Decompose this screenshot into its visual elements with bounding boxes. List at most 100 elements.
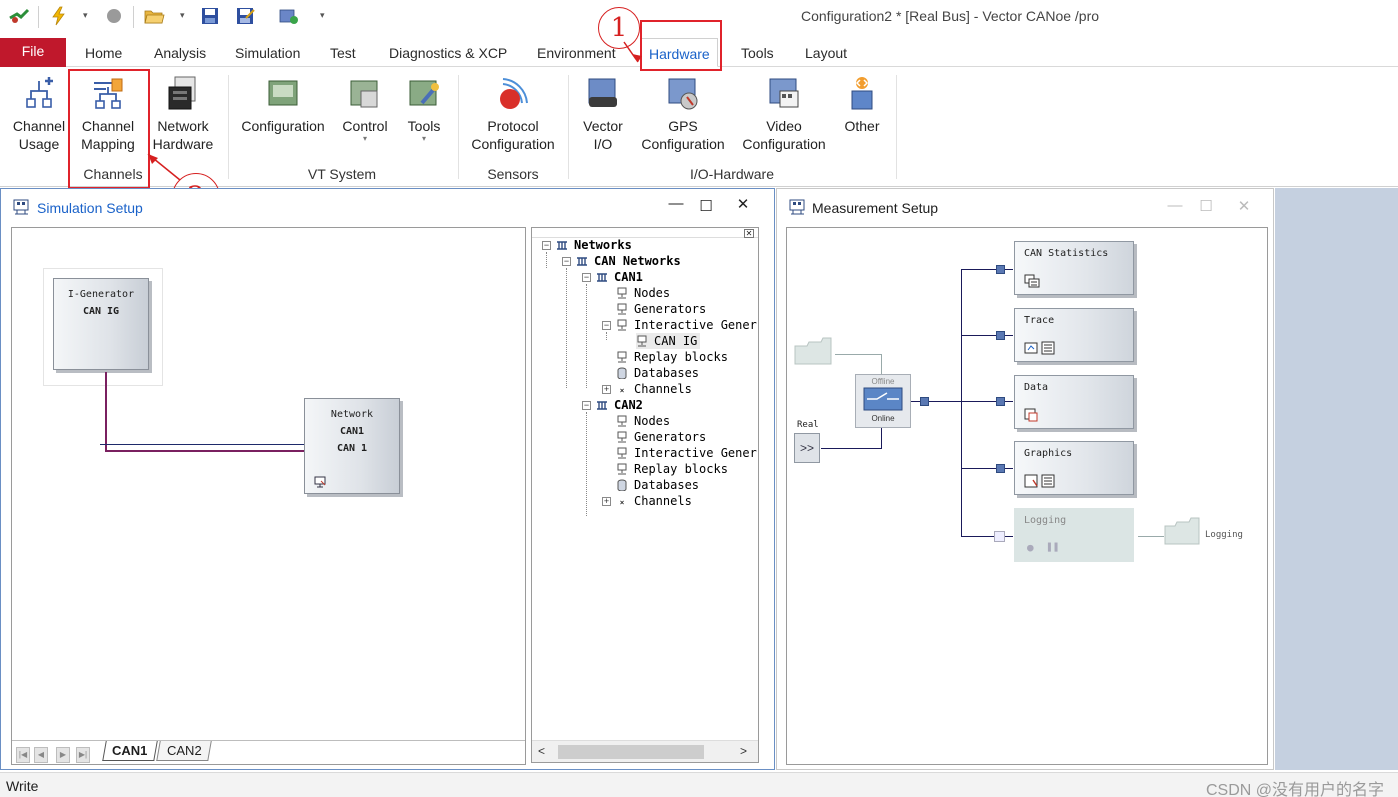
vt-control-icon (350, 80, 378, 108)
tab-analysis[interactable]: Analysis (154, 38, 206, 67)
scrollbar-thumb[interactable] (558, 745, 704, 759)
arrow-icon (623, 41, 642, 63)
tree-item-interactive-generators[interactable]: Interactive Gener (616, 445, 757, 461)
logging-folder-icon[interactable] (1163, 516, 1201, 546)
tree-item-can2[interactable]: CAN2 (596, 397, 643, 413)
tab-diagnostics-xcp[interactable]: Diagnostics & XCP (389, 38, 507, 67)
connection-point[interactable] (996, 331, 1005, 340)
window-title: Configuration2 * [Real Bus] - Vector CAN… (801, 8, 1100, 24)
tree-item-can-networks[interactable]: CAN Networks (576, 253, 681, 269)
pause-icon[interactable]: ❚❚ (1046, 540, 1059, 553)
i-generator-block[interactable]: I-Generator CAN IG (53, 278, 149, 370)
tree-item-databases[interactable]: Databases (616, 365, 699, 381)
tree-collapse-toggle[interactable]: − (582, 273, 591, 282)
tree-item-interactive-generators[interactable]: Interactive Gener (616, 317, 757, 333)
folder-icon[interactable] (793, 336, 833, 368)
tab-can2[interactable]: CAN2 (156, 741, 212, 761)
connection-point[interactable] (996, 397, 1005, 406)
graphics-block[interactable]: Graphics (1014, 441, 1134, 495)
first-tab-button[interactable]: |◀ (16, 747, 30, 763)
protocol-configuration-button[interactable]: Protocol Configuration (470, 75, 556, 153)
canoe-logo-icon[interactable] (8, 6, 30, 26)
minimize-button[interactable]: — (1165, 197, 1185, 214)
tab-tools[interactable]: Tools (741, 38, 774, 67)
minimize-button[interactable]: — (666, 195, 686, 212)
prev-tab-button[interactable]: ◀ (34, 747, 48, 763)
real-source-button[interactable]: >> (794, 433, 820, 463)
tree-item-channels[interactable]: × Channels (616, 493, 692, 509)
other-io-button[interactable]: Other (840, 75, 884, 135)
tree-item-nodes[interactable]: Nodes (616, 285, 670, 301)
open-folder-icon[interactable] (143, 6, 165, 26)
tree-item-nodes[interactable]: Nodes (616, 413, 670, 429)
tree-item-networks[interactable]: Networks (556, 237, 632, 253)
online-offline-switch[interactable]: Offline Online (855, 374, 911, 428)
trace-block[interactable]: Trace (1014, 308, 1134, 362)
scroll-left-icon[interactable]: < (538, 744, 545, 758)
close-button[interactable]: ✕ (1234, 197, 1254, 215)
close-button[interactable]: ✕ (733, 195, 753, 213)
vector-io-button[interactable]: Vector I/O (580, 75, 626, 153)
node-icon (617, 287, 627, 299)
status-text: Write (6, 778, 39, 794)
tree-expand-toggle[interactable]: + (602, 385, 611, 394)
channel-usage-button[interactable]: Channel Usage (11, 75, 67, 153)
connection-point[interactable] (996, 464, 1005, 473)
scroll-right-icon[interactable]: > (740, 744, 747, 758)
logging-block[interactable]: Logging ● ❚❚ (1014, 508, 1134, 562)
vt-tools-button[interactable]: Tools ▾ (402, 75, 446, 143)
connection-point[interactable] (996, 265, 1005, 274)
vt-control-button[interactable]: Control ▾ (340, 75, 390, 143)
connection-point-inactive[interactable] (994, 531, 1005, 542)
tree-expand-toggle[interactable]: + (602, 497, 611, 506)
stop-icon[interactable] (103, 6, 125, 26)
tree-collapse-toggle[interactable]: − (562, 257, 571, 266)
gps-configuration-button[interactable]: GPS Configuration (640, 75, 726, 153)
tree-item-databases[interactable]: Databases (616, 477, 699, 493)
tab-simulation[interactable]: Simulation (235, 38, 300, 67)
save-icon[interactable] (199, 6, 221, 26)
tree-collapse-toggle[interactable]: − (542, 241, 551, 250)
group-label-sensors: Sensors (487, 166, 539, 182)
maximize-button[interactable]: ☐ (696, 197, 716, 215)
tab-can1[interactable]: CAN1 (102, 741, 158, 761)
tab-test[interactable]: Test (330, 38, 356, 67)
network-hardware-icon (168, 76, 196, 110)
tree-collapse-toggle[interactable]: − (582, 401, 591, 410)
network-tree-pane: ✕ − Networks − CAN Networks − CAN1 Nodes… (531, 227, 759, 763)
maximize-button[interactable]: ☐ (1196, 197, 1216, 215)
hardware-config-icon[interactable] (278, 6, 300, 26)
tab-home[interactable]: Home (85, 38, 122, 67)
tree-item-can1[interactable]: CAN1 (596, 269, 643, 285)
customize-icon[interactable]: ▾ (320, 10, 325, 21)
close-icon[interactable]: ✕ (744, 229, 754, 238)
tree-item-can-ig[interactable]: CAN IG (636, 333, 701, 349)
tree-item-channels[interactable]: × Channels (616, 381, 692, 397)
tab-file[interactable]: File (0, 38, 66, 67)
tree-item-replay-blocks[interactable]: Replay blocks (616, 349, 728, 365)
tree-item-replay-blocks[interactable]: Replay blocks (616, 461, 728, 477)
tab-layout[interactable]: Layout (805, 38, 847, 67)
can-statistics-block[interactable]: CAN Statistics (1014, 241, 1134, 295)
horizontal-scrollbar[interactable]: < > (532, 740, 758, 762)
simulation-canvas[interactable]: I-Generator CAN IG Network CAN1 CAN 1 |◀… (11, 227, 526, 765)
canoe-window: ▾ ▾ ▾ Configuration2 * [Real Bus] - Vect… (0, 0, 1398, 797)
chevron-down-icon[interactable]: ▾ (180, 10, 185, 21)
measurement-canvas[interactable]: Real >> Offline Online CAN Statistics Tr… (786, 227, 1268, 765)
data-block[interactable]: Data (1014, 375, 1134, 429)
network-hardware-button[interactable]: Network Hardware (151, 75, 215, 153)
lightning-icon[interactable] (48, 6, 70, 26)
tree-item-generators[interactable]: Generators (616, 429, 706, 445)
chevron-down-icon[interactable]: ▾ (83, 10, 88, 21)
save-as-icon[interactable] (234, 6, 256, 26)
vt-configuration-button[interactable]: Configuration (240, 75, 326, 135)
tree-collapse-toggle[interactable]: − (602, 321, 611, 330)
channel-usage-icon (26, 77, 53, 108)
connection-point[interactable] (920, 397, 929, 406)
network-block[interactable]: Network CAN1 CAN 1 (304, 398, 400, 494)
next-tab-button[interactable]: ▶ (56, 747, 70, 763)
record-icon[interactable]: ● (1027, 541, 1034, 554)
video-configuration-button[interactable]: Video Configuration (740, 75, 828, 153)
last-tab-button[interactable]: ▶| (76, 747, 90, 763)
tree-item-generators[interactable]: Generators (616, 301, 706, 317)
